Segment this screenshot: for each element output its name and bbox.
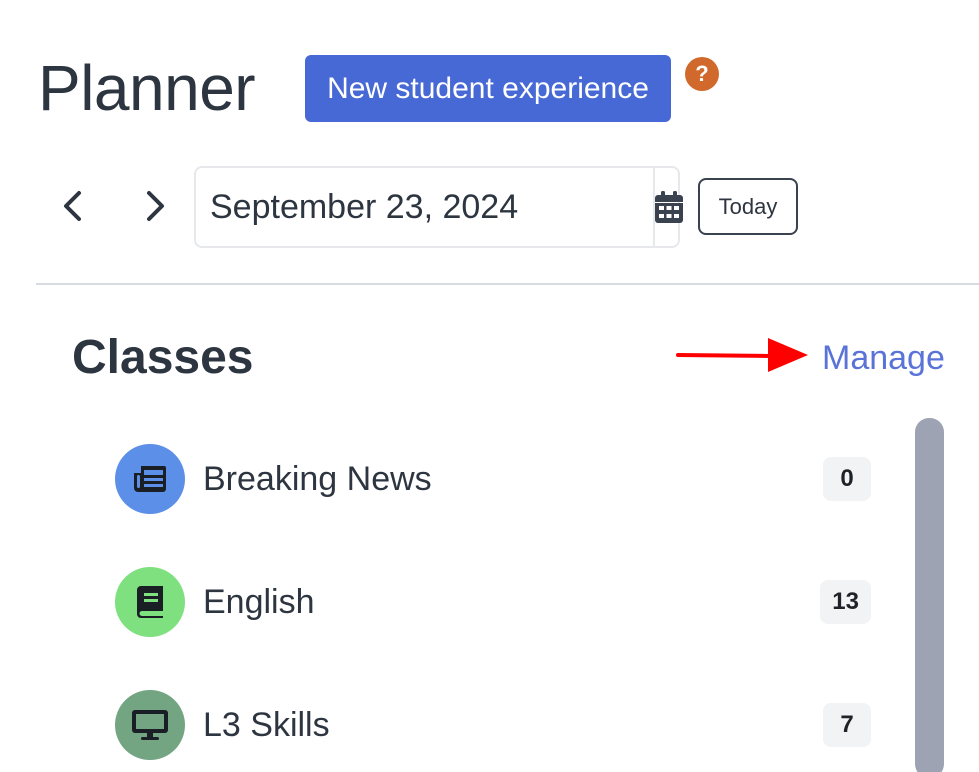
class-count-badge: 13 — [820, 580, 871, 624]
class-name: English — [203, 582, 315, 621]
next-day-button[interactable] — [136, 186, 176, 226]
planner-page: Planner New student experience ? Septemb… — [0, 0, 979, 772]
date-input[interactable] — [196, 168, 653, 246]
class-count-badge: 7 — [823, 703, 871, 747]
previous-day-button[interactable] — [52, 186, 92, 226]
class-item-l3-skills[interactable]: L3 Skills 7 — [115, 689, 875, 761]
class-avatar — [115, 444, 185, 514]
newspaper-icon — [134, 466, 166, 492]
scrollbar[interactable] — [915, 418, 944, 772]
date-picker — [194, 166, 683, 248]
divider — [36, 283, 979, 285]
new-student-experience-button[interactable]: New student experience — [305, 55, 671, 122]
class-count-badge: 0 — [823, 457, 871, 501]
calendar-icon — [655, 191, 683, 223]
chevron-left-icon — [64, 191, 81, 221]
manage-classes-link[interactable]: Manage — [822, 336, 945, 380]
class-item-english[interactable]: English 13 — [115, 566, 875, 638]
class-name: L3 Skills — [203, 705, 330, 744]
class-avatar — [115, 690, 185, 760]
class-item-breaking-news[interactable]: Breaking News 0 — [115, 443, 875, 515]
page-title: Planner — [38, 52, 256, 124]
monitor-icon — [132, 710, 168, 740]
today-button[interactable]: Today — [698, 178, 798, 235]
help-icon[interactable]: ? — [685, 57, 719, 91]
class-avatar — [115, 567, 185, 637]
class-name: Breaking News — [203, 459, 432, 498]
chevron-right-icon — [147, 191, 164, 221]
red-arrow-annotation — [676, 338, 808, 372]
calendar-button[interactable] — [653, 168, 683, 246]
book-icon — [137, 586, 163, 618]
classes-heading: Classes — [72, 331, 254, 384]
